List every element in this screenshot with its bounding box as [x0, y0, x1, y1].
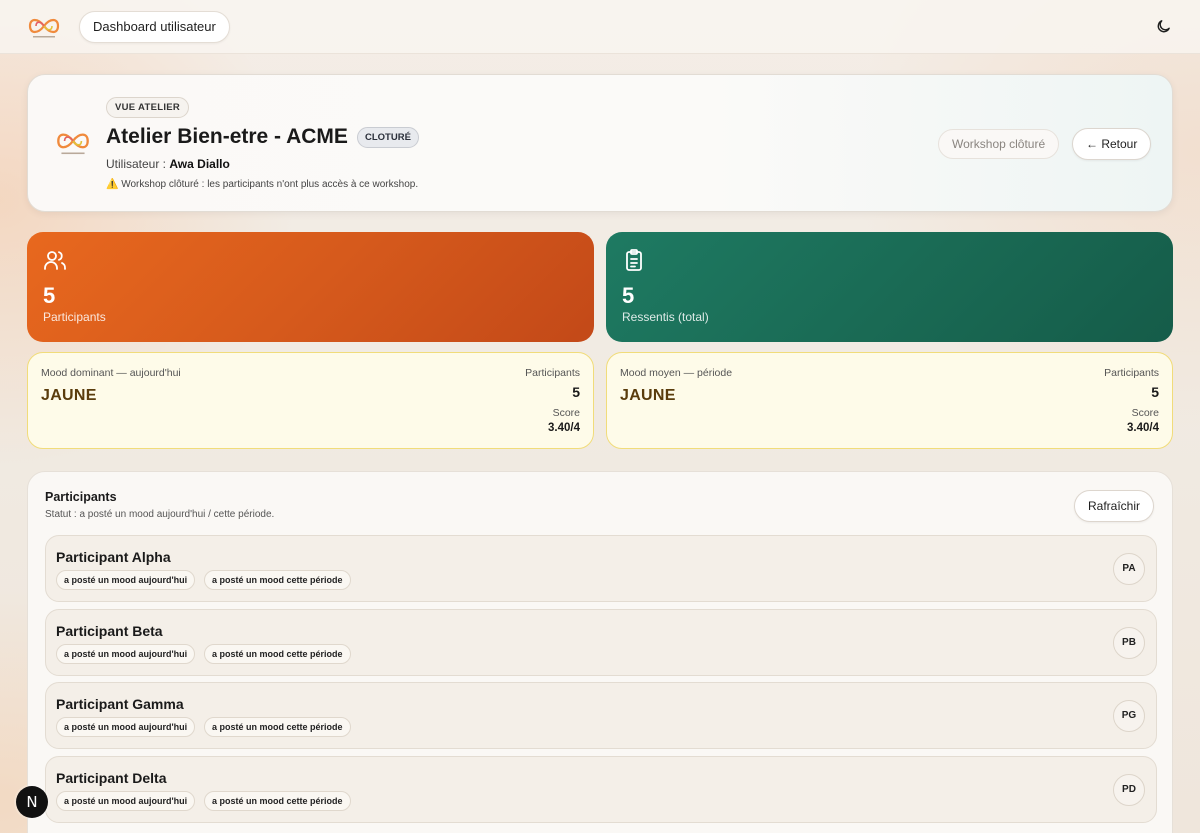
mood-today-participants-value: 5 — [572, 384, 580, 400]
moodboard-logo-icon[interactable] — [24, 12, 64, 40]
user-line: Utilisateur : Awa Diallo — [106, 157, 230, 171]
participants-count: 5 — [43, 283, 56, 308]
avatar: PB — [1113, 627, 1145, 659]
status-badge: CLOTURÉ — [357, 127, 419, 148]
user-name: Awa Diallo — [169, 157, 230, 171]
participants-stat-card: 5 Participants — [27, 232, 594, 342]
participants-panel: Participants Statut : a posté un mood au… — [27, 471, 1173, 833]
status-chip-period: a posté un mood cette période — [204, 644, 351, 664]
mood-period-participants-label: Participants — [1104, 367, 1159, 379]
moon-icon[interactable] — [1155, 18, 1172, 35]
devtools-badge[interactable]: N — [16, 786, 48, 818]
avatar: PA — [1113, 553, 1145, 585]
mood-period-score-label: Score — [1131, 407, 1159, 419]
mood-today-score-value: 3.40/4 — [548, 422, 580, 434]
mood-period-title: Mood moyen — période — [620, 367, 733, 379]
participant-name: Participant Beta — [56, 623, 163, 639]
mood-period-card: Mood moyen — période JAUNE Participants … — [606, 352, 1173, 449]
view-badge: VUE ATELIER — [106, 97, 190, 118]
participant-name: Participant Gamma — [56, 696, 184, 712]
mood-today-participants-label: Participants — [525, 367, 580, 379]
participant-row[interactable]: Participant Beta a posté un mood aujourd… — [45, 609, 1157, 676]
page-title: Atelier Bien-etre - ACME — [106, 125, 348, 148]
status-chip-period: a posté un mood cette période — [204, 717, 351, 737]
top-bar: Dashboard utilisateur — [0, 0, 1200, 54]
status-chip-period: a posté un mood cette période — [204, 791, 351, 811]
warning-icon: ⚠️ — [106, 179, 119, 190]
status-chip-today: a posté un mood aujourd'hui — [56, 717, 196, 737]
participants-section-subtitle: Statut : a posté un mood aujourd'hui / c… — [45, 509, 275, 520]
status-chip-today: a posté un mood aujourd'hui — [56, 570, 196, 590]
status-chip-today: a posté un mood aujourd'hui — [56, 791, 196, 811]
refresh-button[interactable]: Rafraîchir — [1074, 490, 1155, 522]
participant-name: Participant Delta — [56, 770, 167, 786]
mood-period-value: JAUNE — [620, 387, 676, 404]
participant-row[interactable]: Participant Gamma a posté un mood aujour… — [45, 682, 1157, 749]
ressentis-count: 5 — [622, 283, 635, 308]
closed-warning: ⚠️ Workshop clôturé : les participants n… — [106, 179, 419, 190]
status-chip-today: a posté un mood aujourd'hui — [56, 644, 196, 664]
moodboard-logo-icon — [57, 133, 89, 155]
participant-row[interactable]: Participant Delta a posté un mood aujour… — [45, 756, 1157, 823]
mood-today-card: Mood dominant — aujourd'hui JAUNE Partic… — [27, 352, 594, 449]
participant-row[interactable]: Participant Alpha a posté un mood aujour… — [45, 535, 1157, 602]
workshop-closed-button[interactable]: Workshop clôturé — [938, 129, 1060, 159]
avatar: PG — [1113, 700, 1145, 732]
avatar: PD — [1113, 774, 1145, 806]
clipboard-icon — [626, 249, 642, 271]
mood-today-value: JAUNE — [41, 387, 97, 404]
workshop-header-card: VUE ATELIER Atelier Bien-etre - ACME CLO… — [27, 74, 1173, 212]
participant-name: Participant Alpha — [56, 549, 171, 565]
status-chip-period: a posté un mood cette période — [204, 570, 351, 590]
mood-today-score-label: Score — [552, 407, 580, 419]
ressentis-label: Ressentis (total) — [622, 310, 709, 324]
ressentis-stat-card: 5 Ressentis (total) — [606, 232, 1173, 342]
participants-section-title: Participants — [45, 490, 117, 504]
mood-period-participants-value: 5 — [1151, 384, 1159, 400]
users-icon — [44, 251, 66, 270]
back-button[interactable]: ← Retour — [1072, 128, 1152, 160]
mood-period-score-value: 3.40/4 — [1127, 422, 1159, 434]
participants-label: Participants — [43, 310, 106, 324]
mood-today-title: Mood dominant — aujourd'hui — [41, 367, 181, 379]
dashboard-button[interactable]: Dashboard utilisateur — [79, 11, 230, 43]
